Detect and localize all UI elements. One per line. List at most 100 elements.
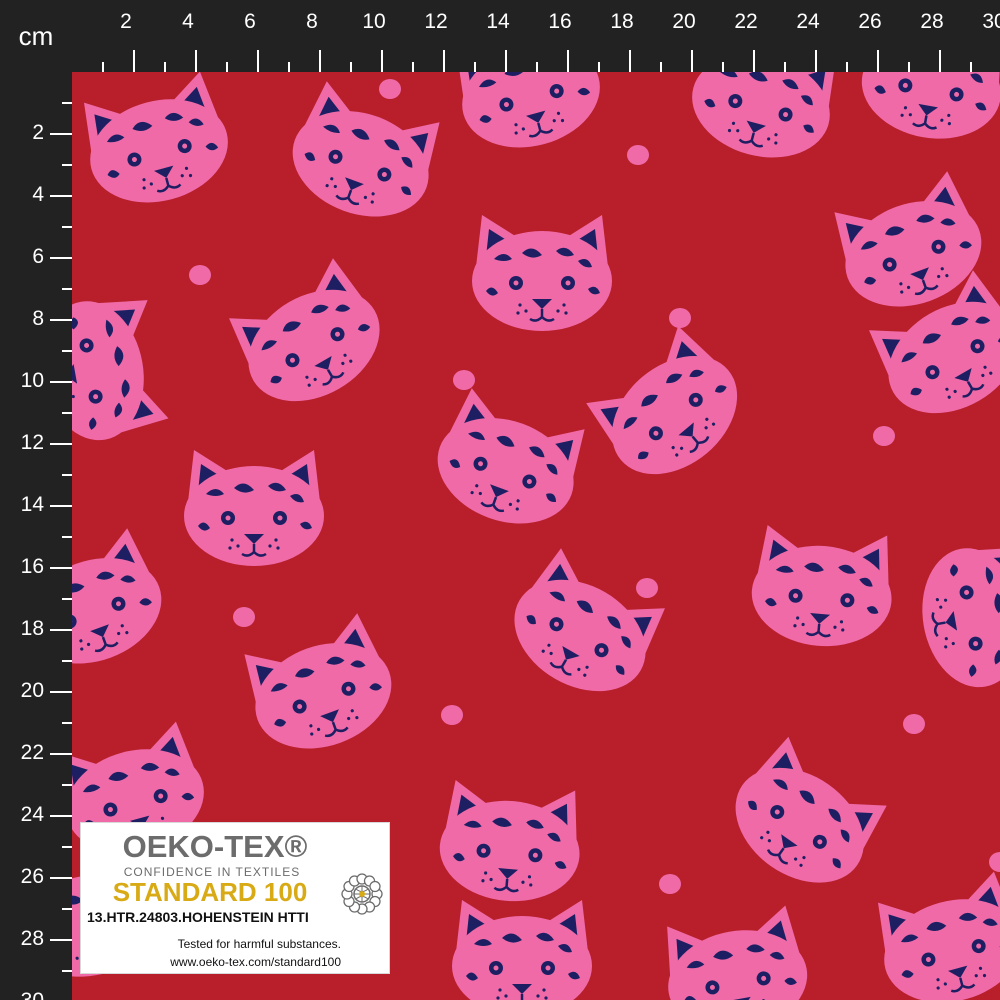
- ruler-top-label: 24: [796, 10, 820, 33]
- ruler-left-tick: [62, 784, 72, 786]
- ruler-top-tick: [536, 62, 538, 72]
- oeko-tex-standard: STANDARD 100: [112, 877, 308, 907]
- cat-face-icon: [867, 867, 1000, 1000]
- cat-face-icon: [434, 777, 587, 909]
- ruler-top-label: 4: [182, 10, 194, 33]
- ruler-top-label: 8: [306, 10, 318, 33]
- ruler-top-tick: [505, 50, 507, 72]
- ruler-left-tick: [62, 412, 72, 414]
- ruler-top-tick: [350, 62, 352, 72]
- ruler-left-tick: [62, 102, 72, 104]
- ruler-left-tick: [50, 691, 72, 693]
- cat-face-icon: [712, 729, 897, 908]
- ruler-left-label: 18: [20, 617, 44, 640]
- cat-face-icon: [445, 72, 613, 164]
- ruler-left-tick: [62, 598, 72, 600]
- ruler-top-tick: [629, 50, 631, 72]
- polka-dot: [989, 852, 1000, 872]
- ruler-left-label: 2: [32, 121, 44, 144]
- ruler-left-tick: [62, 226, 72, 228]
- ruler-top-tick: [102, 62, 104, 72]
- ruler-top-tick: [722, 62, 724, 72]
- cat-face-icon: [233, 608, 408, 768]
- oeko-tex-tested-text: Tested for harmful substances.: [177, 937, 341, 951]
- ruler-left-tick: [62, 536, 72, 538]
- ruler-left-tick: [62, 846, 72, 848]
- ruler-left: 24681012141618202224262830: [0, 0, 72, 1000]
- ruler-top-tick: [784, 62, 786, 72]
- ruler-top-label: 6: [244, 10, 256, 33]
- cat-face-icon: [493, 542, 675, 716]
- polka-dot: [659, 874, 681, 894]
- ruler-top-label: 26: [858, 10, 882, 33]
- ruler-top-tick: [164, 62, 166, 72]
- ruler-left-tick: [50, 939, 72, 941]
- cat-face-icon: [73, 72, 241, 219]
- polka-dot: [627, 145, 649, 165]
- ruler-top-tick: [908, 62, 910, 72]
- ruler-top-label: 28: [920, 10, 944, 33]
- cat-face-icon: [577, 318, 762, 500]
- polka-dot: [873, 426, 895, 446]
- ruler-top-label: 30: [982, 10, 1000, 33]
- cat-face-icon: [656, 902, 817, 1000]
- ruler-left-tick: [50, 133, 72, 135]
- polka-dot: [441, 705, 463, 725]
- cat-face-icon: [219, 252, 401, 426]
- ruler-left-tick: [50, 567, 72, 569]
- ruler-top-tick: [846, 62, 848, 72]
- ruler-left-label: 30: [0, 989, 44, 1000]
- cat-face-icon: [910, 536, 1000, 697]
- ruler-left-tick: [50, 319, 72, 321]
- ruler-top-tick: [691, 50, 693, 72]
- polka-dot: [379, 79, 401, 99]
- ruler-top-tick: [877, 50, 879, 72]
- ruler-left-label: 4: [32, 183, 44, 206]
- ruler-left-label: 12: [20, 431, 44, 454]
- ruler-left-tick: [62, 474, 72, 476]
- ruler-top-tick: [598, 62, 600, 72]
- ruler-left-label: 8: [32, 307, 44, 330]
- ruler-left-tick: [50, 195, 72, 197]
- ruler-top-tick: [257, 50, 259, 72]
- ruler-left-label: 26: [20, 865, 44, 888]
- ruler-top-label: 10: [362, 10, 386, 33]
- ruler-top-tick: [443, 50, 445, 72]
- polka-dot: [636, 578, 658, 598]
- polka-dot: [233, 607, 255, 627]
- ruler-top-tick: [319, 50, 321, 72]
- ruler-left-tick: [50, 753, 72, 755]
- ruler-top-tick: [226, 62, 228, 72]
- cat-face-icon: [276, 76, 451, 236]
- ruler-left-tick: [62, 908, 72, 910]
- ruler-top-label: 18: [610, 10, 634, 33]
- ruler-top-label: 2: [120, 10, 132, 33]
- ruler-left-tick: [62, 350, 72, 352]
- ruler-left-tick: [62, 164, 72, 166]
- ruler-left-label: 28: [20, 927, 44, 950]
- ruler-top-tick: [381, 50, 383, 72]
- ruler-top-label: 22: [734, 10, 758, 33]
- ruler-left-tick: [62, 288, 72, 290]
- polka-dot: [189, 265, 211, 285]
- cat-face-icon: [72, 523, 178, 683]
- ruler-top-tick: [133, 50, 135, 72]
- cat-face-icon: [679, 72, 847, 174]
- oeko-tex-brand: OEKO-TEX®: [122, 829, 308, 864]
- ruler-top-tick: [412, 62, 414, 72]
- ruler-left-label: 10: [20, 369, 44, 392]
- ruler-top-tick: [939, 50, 941, 72]
- ruler-left-tick: [50, 877, 72, 879]
- ruler-left-tick: [62, 722, 72, 724]
- cat-face-icon: [72, 289, 172, 450]
- ruler-left-label: 6: [32, 245, 44, 268]
- seal-petal: [369, 880, 381, 893]
- ruler-top-tick: [567, 50, 569, 72]
- ruler-left-label: 14: [20, 493, 44, 516]
- ruler-left-tick: [50, 257, 72, 259]
- oeko-tex-url: www.oeko-tex.com/standard100: [170, 955, 341, 969]
- ruler-top: 2 4 6 8 10 12 14 16 18 20 22 24 26 28 30: [0, 0, 1000, 72]
- polka-dot: [453, 370, 475, 390]
- ruler-left-tick: [50, 505, 72, 507]
- ruler-top-label: 12: [424, 10, 448, 33]
